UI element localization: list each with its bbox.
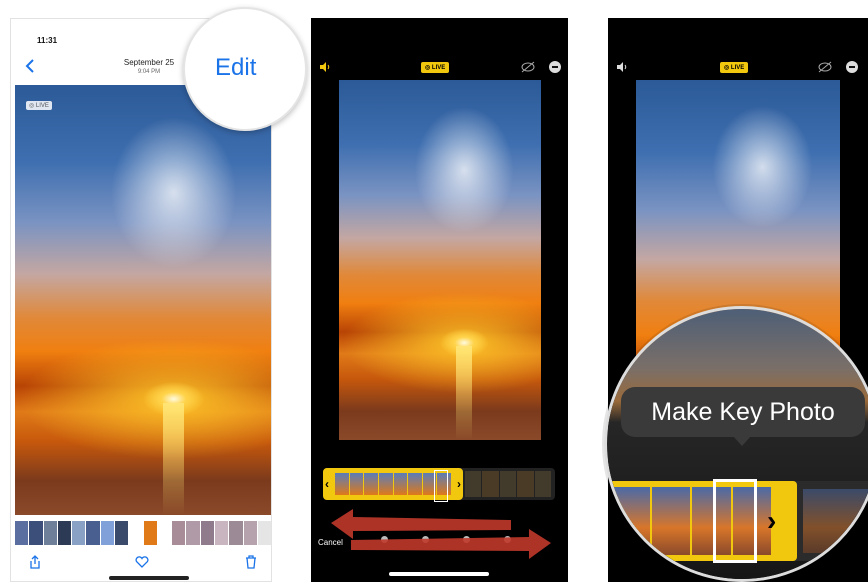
photo-thumbnail-strip[interactable] — [15, 521, 271, 545]
live-badge[interactable]: ◎ LIVE — [720, 62, 749, 73]
make-key-photo-tooltip[interactable]: Make Key Photo — [621, 387, 865, 437]
swipe-arrows-icon — [331, 509, 551, 559]
home-indicator — [109, 576, 189, 580]
key-frame-selector[interactable] — [713, 479, 757, 563]
edit-magnifier: Edit — [183, 7, 307, 131]
cancel-button[interactable]: Canc — [619, 541, 638, 550]
photo-date: September 25 — [123, 58, 175, 67]
live-photo-editor-screen: ◎ LIVE ‹ › Cancel — [311, 18, 568, 582]
key-photo-magnifier: Make Key Photo › Canc Done — [604, 306, 868, 582]
live-badge: ◎ LIVE — [26, 101, 52, 110]
back-chevron-icon[interactable] — [25, 59, 35, 73]
main-photo — [15, 85, 271, 515]
heart-icon[interactable] — [135, 556, 149, 568]
done-button[interactable]: Done — [835, 541, 854, 550]
more-icon[interactable] — [846, 61, 858, 73]
trash-icon[interactable] — [245, 555, 257, 569]
frame-viewer-zoomed[interactable]: › — [607, 479, 868, 563]
tooltip-tail — [733, 436, 751, 446]
eye-slash-icon[interactable] — [818, 61, 832, 73]
right-trim-chevron-icon[interactable]: › — [767, 505, 776, 537]
status-time: 11:31 — [37, 36, 58, 45]
photo-time: 9:04 PM — [137, 69, 161, 75]
share-icon[interactable] — [29, 555, 41, 569]
bottom-toolbar — [11, 553, 271, 573]
speaker-icon[interactable] — [616, 62, 628, 72]
home-indicator — [389, 572, 489, 576]
edit-button[interactable]: Edit — [215, 54, 256, 82]
